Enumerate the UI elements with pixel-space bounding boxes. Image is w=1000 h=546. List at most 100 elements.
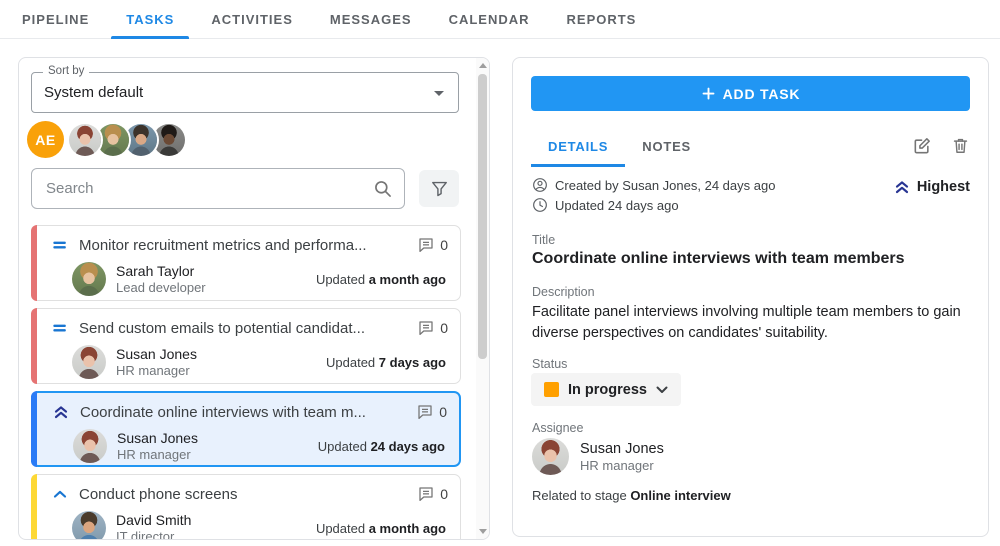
tab-notes[interactable]: NOTES xyxy=(625,128,708,164)
stage-color-bar xyxy=(31,308,37,384)
comment-count: 0 xyxy=(440,320,448,336)
nav-tab-pipeline[interactable]: PIPELINE xyxy=(22,0,89,39)
comments-counter: 0 xyxy=(417,319,448,337)
assignee-role: HR manager xyxy=(116,362,190,378)
comments-counter: 0 xyxy=(417,485,448,503)
updated-timestamp: Updated 7 days ago xyxy=(326,354,446,370)
person-circle-icon xyxy=(533,178,547,192)
assignee-avatar xyxy=(73,429,107,463)
avatar-photo-3[interactable] xyxy=(125,124,157,156)
nav-tab-reports[interactable]: REPORTS xyxy=(567,0,637,39)
priority-label: Highest xyxy=(916,179,970,195)
task-card[interactable]: Monitor recruitment metrics and performa… xyxy=(31,225,461,301)
description-field-label: Description xyxy=(532,285,595,299)
assignee-role: HR manager xyxy=(580,457,654,473)
assignee-name: Susan Jones xyxy=(117,429,198,446)
task-title: Conduct phone screens xyxy=(79,485,238,503)
assignee-role: Lead developer xyxy=(116,279,206,295)
detail-tabs: DETAILS NOTES xyxy=(531,128,970,167)
sort-by-label: Sort by xyxy=(43,65,90,77)
updated-line: Updated 24 days ago xyxy=(532,197,679,213)
filter-funnel-icon xyxy=(431,181,447,197)
plus-icon xyxy=(702,87,715,100)
chevron-down-icon xyxy=(656,386,668,393)
comment-count: 0 xyxy=(439,404,447,420)
dropdown-caret-icon xyxy=(434,91,444,96)
updated-timestamp: Updated 24 days ago xyxy=(317,438,445,454)
assignee-row: Susan Jones HR manager xyxy=(532,438,664,475)
avatar-photo-2[interactable] xyxy=(97,124,129,156)
edit-task-button[interactable] xyxy=(912,136,932,156)
scrollbar-up-arrow[interactable] xyxy=(479,63,487,68)
update-clock-icon xyxy=(533,198,547,212)
edit-icon xyxy=(914,138,930,154)
comment-count: 0 xyxy=(440,486,448,502)
trash-icon xyxy=(953,138,967,153)
comments-counter: 0 xyxy=(417,236,448,254)
search-box xyxy=(31,168,405,209)
stage-color-bar xyxy=(31,474,37,539)
filter-button[interactable] xyxy=(419,170,459,207)
nav-tab-messages[interactable]: MESSAGES xyxy=(330,0,412,39)
comment-count: 0 xyxy=(440,237,448,253)
comments-counter: 0 xyxy=(416,403,447,421)
task-detail-panel: ADD TASK DETAILS NOTES Created by Susan xyxy=(512,57,989,537)
assignee-avatar xyxy=(72,262,106,296)
updated-timestamp: Updated a month ago xyxy=(315,271,446,287)
updated-timestamp: Updated a month ago xyxy=(315,520,446,536)
task-card[interactable]: Conduct phone screens 0 David Smith IT d… xyxy=(31,474,461,540)
top-navigation: PIPELINE TASKS ACTIVITIES MESSAGES CALEN… xyxy=(0,0,1000,39)
sort-by-value: System default xyxy=(44,84,144,101)
status-value: In progress xyxy=(568,381,647,398)
status-color-swatch xyxy=(544,382,559,397)
title-field-label: Title xyxy=(532,233,556,247)
assignee-avatar xyxy=(72,345,106,379)
comment-icon xyxy=(419,238,433,253)
tab-details[interactable]: DETAILS xyxy=(531,128,626,167)
task-detail-title: Coordinate online interviews with team m… xyxy=(532,250,905,267)
assignee-field-label: Assignee xyxy=(532,421,584,435)
nav-tab-tasks[interactable]: TASKS xyxy=(111,0,190,39)
assignee-role: IT director xyxy=(116,528,175,540)
stage-color-bar xyxy=(31,391,37,467)
scrollbar-thumb[interactable] xyxy=(478,74,487,359)
priority-high-icon xyxy=(50,484,72,504)
scrollbar-down-arrow[interactable] xyxy=(479,529,487,534)
comment-icon xyxy=(418,405,432,420)
nav-tab-calendar[interactable]: CALENDAR xyxy=(449,0,530,39)
delete-task-button[interactable] xyxy=(950,136,970,156)
task-title: Monitor recruitment metrics and performa… xyxy=(79,236,367,254)
task-title: Send custom emails to potential candidat… xyxy=(79,319,365,337)
assignee-avatar xyxy=(532,438,569,475)
avatar-photo-4[interactable] xyxy=(153,124,185,156)
priority-highest-icon xyxy=(895,181,908,194)
sort-by-select[interactable]: Sort by System default xyxy=(31,65,459,113)
created-by-line: Created by Susan Jones, 24 days ago xyxy=(532,177,775,193)
assignee-name: Sarah Taylor xyxy=(116,262,195,279)
task-card-selected[interactable]: Coordinate online interviews with team m… xyxy=(31,391,461,467)
assignee-name: Susan Jones xyxy=(580,440,664,457)
task-card[interactable]: Send custom emails to potential candidat… xyxy=(31,308,461,384)
avatar-initials[interactable]: AE xyxy=(27,121,64,158)
add-task-button[interactable]: ADD TASK xyxy=(531,76,970,111)
nav-tab-activities[interactable]: ACTIVITIES xyxy=(211,0,293,39)
related-stage-value: Online interview xyxy=(630,488,731,503)
related-stage-line: Related to stage Online interview xyxy=(532,488,731,503)
stage-color-bar xyxy=(31,225,37,301)
comment-icon xyxy=(419,487,433,502)
assignee-name: Susan Jones xyxy=(116,345,197,362)
task-list-panel: Sort by System default AE Monitor recrui… xyxy=(18,57,490,540)
assignee-name: David Smith xyxy=(116,511,192,528)
search-input[interactable] xyxy=(32,169,404,208)
priority-medium-icon xyxy=(50,235,72,255)
priority-highest-icon xyxy=(51,402,73,422)
assignee-role: HR manager xyxy=(117,446,191,462)
search-icon xyxy=(375,181,391,197)
status-dropdown[interactable]: In progress xyxy=(531,373,681,406)
avatar-photo-1[interactable] xyxy=(69,124,101,156)
priority-badge: Highest xyxy=(892,177,970,197)
task-title: Coordinate online interviews with team m… xyxy=(80,403,366,421)
scrollbar[interactable] xyxy=(476,58,489,539)
assignee-avatar xyxy=(72,511,106,539)
comment-icon xyxy=(419,321,433,336)
